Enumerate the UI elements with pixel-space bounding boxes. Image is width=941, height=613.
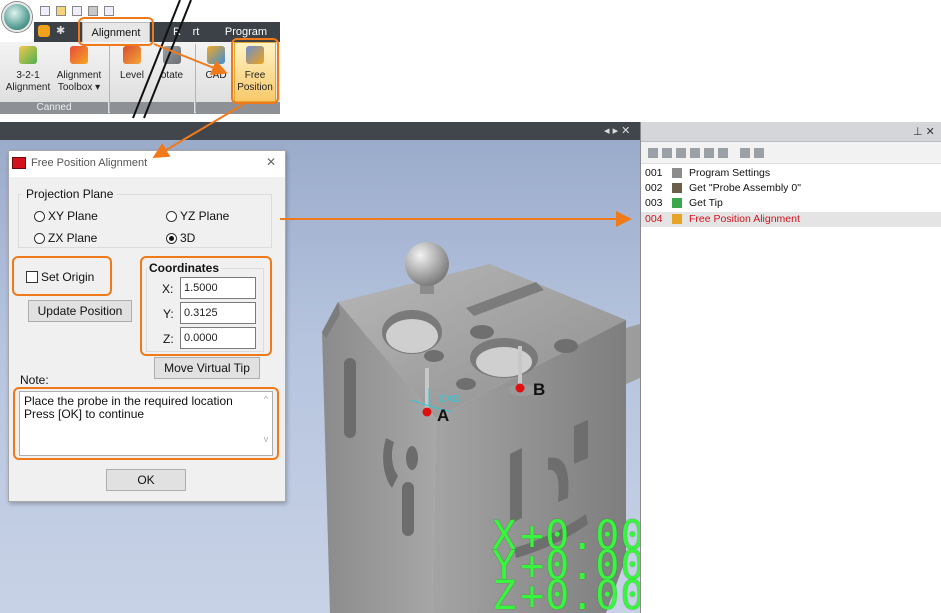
group-label-blank xyxy=(110,102,194,114)
wrench-icon xyxy=(672,168,682,178)
radio-xy-plane[interactable] xyxy=(34,211,45,222)
program-toolbar xyxy=(641,142,941,164)
radio-yz-plane[interactable] xyxy=(166,211,177,222)
alignment-toolbox-button[interactable]: Alignment Toolbox ▾ xyxy=(52,46,106,94)
alignment-tab-callout xyxy=(78,17,154,46)
level-label: Level xyxy=(120,70,144,81)
rotate-button[interactable]: otate xyxy=(152,46,192,82)
pause-icon[interactable] xyxy=(718,148,728,158)
cad-button[interactable]: CAD xyxy=(200,46,232,82)
note-scrollbar[interactable]: ^ v xyxy=(261,394,271,454)
free-position-callout xyxy=(231,38,279,104)
clear-icon[interactable] xyxy=(740,148,750,158)
program-panel-titlebar xyxy=(641,122,941,142)
dialog-app-icon xyxy=(12,157,26,169)
projection-plane-legend: Projection Plane xyxy=(22,187,118,201)
point-b-label: B xyxy=(533,380,546,399)
toolbox-icon xyxy=(70,46,88,64)
probe-icon[interactable] xyxy=(88,6,98,16)
stop-icon[interactable] xyxy=(676,148,686,158)
radio-zx-label: ZX Plane xyxy=(48,231,98,245)
get-tip-icon xyxy=(672,198,682,208)
tab-report-end[interactable]: rt xyxy=(188,22,204,42)
puzzle-icon[interactable]: ✱ xyxy=(56,25,68,37)
note-textarea[interactable]: Place the probe in the required location… xyxy=(19,391,273,456)
coord-y-label: Y: xyxy=(163,307,174,321)
program-row-selected[interactable]: 004 Free Position Alignment xyxy=(641,212,941,227)
open-folder-icon[interactable] xyxy=(56,6,66,16)
rotate-icon xyxy=(163,46,181,64)
note-line-2: Press [OK] to continue xyxy=(24,407,145,421)
program-row-text: Get "Probe Assembly 0" xyxy=(689,182,801,194)
set-origin-checkbox[interactable] xyxy=(26,271,38,283)
level-icon xyxy=(123,46,141,64)
step-icon[interactable] xyxy=(662,148,672,158)
align-321-icon xyxy=(19,46,37,64)
program-row[interactable]: 002 Get "Probe Assembly 0" xyxy=(641,181,941,196)
free-position-alignment-icon xyxy=(672,214,682,224)
viewport-controls[interactable]: ◂ ▸ ✕ xyxy=(604,124,630,137)
save-icon[interactable] xyxy=(72,6,82,16)
coord-x-label: X: xyxy=(162,282,174,296)
radio-3d[interactable] xyxy=(166,233,177,244)
play-icon[interactable] xyxy=(648,148,658,158)
delete-icon[interactable] xyxy=(754,148,764,158)
dro-z-axis: Z xyxy=(492,573,518,613)
program-row[interactable]: 003 Get Tip xyxy=(641,196,941,211)
dialog-close-icon[interactable]: ✕ xyxy=(266,155,276,169)
program-row-number: 003 xyxy=(645,197,663,209)
align-321-label: 3-2-1 xyxy=(16,70,40,81)
note-label: Note: xyxy=(20,373,49,387)
radio-3d-label: 3D xyxy=(180,231,196,245)
tip-icon[interactable] xyxy=(704,148,714,158)
run-from-icon[interactable] xyxy=(690,148,700,158)
align-321-button[interactable]: 3-2-1 Alignment xyxy=(4,46,52,94)
program-row-text: Program Settings xyxy=(689,167,771,179)
coord-z-label: Z: xyxy=(163,332,174,346)
radio-xy-label: XY Plane xyxy=(48,209,98,223)
cad-icon xyxy=(207,46,225,64)
radio-yz-label: YZ Plane xyxy=(180,209,230,223)
update-position-button[interactable]: Update Position xyxy=(28,300,132,322)
toolbox-sub: Toolbox ▾ xyxy=(57,82,101,93)
viewport-titlebar xyxy=(0,122,640,140)
coordinates-legend: Coordinates xyxy=(147,261,222,275)
program-row-number: 002 xyxy=(645,182,663,194)
coord-y-input[interactable]: 0.3125 xyxy=(180,302,256,324)
program-row-text: Get Tip xyxy=(689,197,723,209)
home-icon[interactable] xyxy=(38,25,50,37)
radio-zx-plane[interactable] xyxy=(34,233,45,244)
panel-controls[interactable]: ⊥ ✕ xyxy=(913,125,935,138)
dialog-title: Free Position Alignment xyxy=(31,157,148,169)
coord-z-input[interactable]: 0.0000 xyxy=(180,327,256,349)
tab-report-start[interactable]: R xyxy=(170,22,184,42)
program-row-text: Free Position Alignment xyxy=(689,213,800,225)
new-file-icon[interactable] xyxy=(40,6,50,16)
group-label-canned: Canned xyxy=(0,102,108,114)
point-a-label: A xyxy=(437,406,450,425)
print-icon[interactable] xyxy=(104,6,114,16)
ok-button[interactable]: OK xyxy=(106,469,186,491)
program-row[interactable]: 001 Program Settings xyxy=(641,166,941,181)
set-origin-label: Set Origin xyxy=(41,270,95,284)
toolbox-label: Alignment xyxy=(56,70,102,81)
coord-x-input[interactable]: 1.5000 xyxy=(180,277,256,299)
cad-axis-label: CAD xyxy=(439,394,461,405)
app-menu-orb[interactable] xyxy=(2,2,32,32)
rotate-label: otate xyxy=(160,70,184,81)
level-button[interactable]: Level xyxy=(114,46,150,82)
move-virtual-tip-button[interactable]: Move Virtual Tip xyxy=(154,357,260,379)
probe-assembly-icon xyxy=(672,183,682,193)
cad-label: CAD xyxy=(205,70,227,81)
program-row-number: 004 xyxy=(645,213,663,225)
program-row-number: 001 xyxy=(645,167,663,179)
align-321-sub: Alignment xyxy=(5,82,51,93)
